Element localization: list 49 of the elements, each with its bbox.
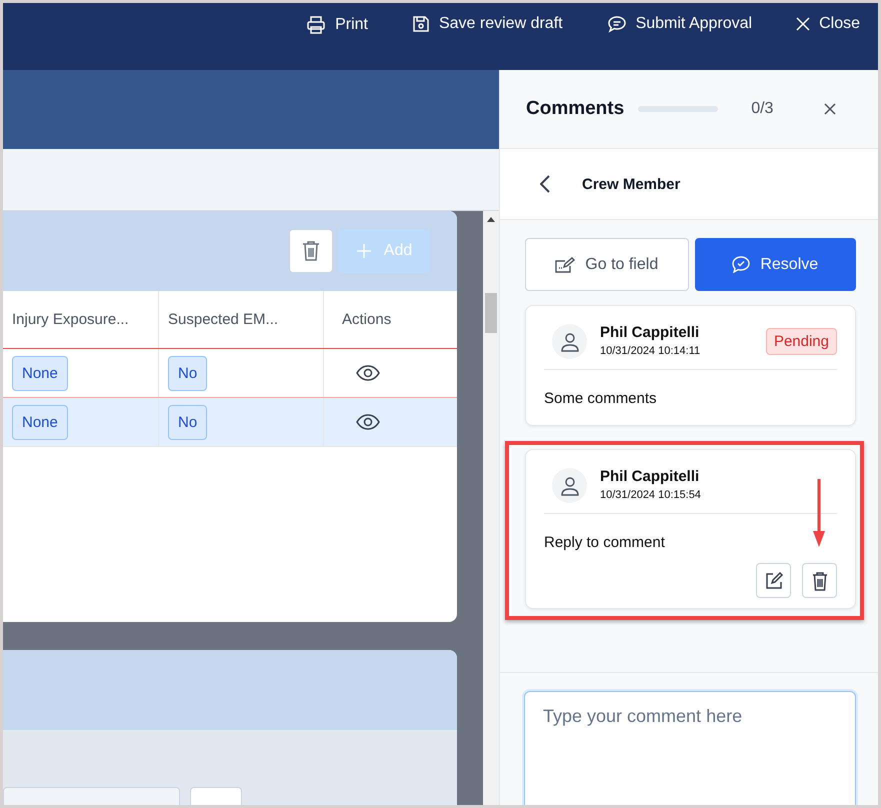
comment-text: Reply to comment [544, 533, 666, 553]
edit-field-icon [555, 256, 576, 272]
view-icon[interactable] [356, 365, 380, 381]
value-tag: No [168, 404, 208, 440]
avatar-icon [552, 468, 587, 503]
scrollbar-thumb[interactable] [485, 293, 497, 333]
close-icon[interactable] [824, 103, 836, 115]
scroll-up-icon[interactable] [487, 217, 495, 222]
chat-icon [606, 15, 627, 33]
toolbar-button[interactable]: Print [306, 15, 368, 35]
timestamp: 10/31/2024 10:15:54 [600, 489, 701, 501]
status-badge: Pending [766, 328, 837, 355]
comment-text: Some comments [544, 389, 658, 409]
value-tag: None [12, 356, 68, 390]
section-name: Crew Member [582, 176, 680, 192]
value-tag: None [12, 404, 68, 440]
table-row[interactable]: None No [3, 398, 457, 447]
delete-button[interactable] [289, 229, 333, 273]
column-header: Suspected EM... [159, 291, 324, 348]
column-header: Injury Exposure... [3, 291, 159, 348]
pencil-icon [764, 570, 784, 590]
plus-icon [356, 243, 372, 259]
value-tag: No [168, 356, 208, 390]
toolbar-button[interactable]: Submit Approval [606, 15, 752, 33]
table-row[interactable]: None No [3, 348, 457, 398]
close-icon [796, 17, 810, 31]
arrow [813, 479, 825, 547]
trash-icon [812, 570, 828, 590]
printer-icon [306, 15, 326, 35]
back-icon[interactable] [540, 175, 550, 193]
author-name: Phil Cappitelli [600, 324, 700, 341]
edit-button[interactable] [756, 563, 791, 598]
toolbar-button[interactable]: Save review draft [412, 15, 563, 33]
scrollbar[interactable] [483, 211, 499, 805]
delete-button[interactable] [802, 563, 837, 598]
input-field[interactable] [3, 787, 180, 805]
toolbar-button[interactable]: Close [796, 15, 860, 33]
timestamp: 10/31/2024 10:14:11 [600, 345, 700, 357]
progress-count: 0/3 [751, 100, 774, 118]
chat-check-icon [732, 256, 750, 273]
comment-input[interactable]: Type your comment here [524, 691, 856, 805]
author-name: Phil Cappitelli [600, 468, 700, 485]
resolve-button[interactable]: Resolve [694, 238, 856, 291]
column-header: Actions [341, 310, 392, 330]
go-to-field-button[interactable]: Go to field [525, 238, 688, 291]
view-icon[interactable] [356, 414, 380, 430]
trash-icon [302, 240, 320, 262]
panel-title: Comments [526, 98, 624, 120]
avatar-icon [552, 324, 587, 359]
